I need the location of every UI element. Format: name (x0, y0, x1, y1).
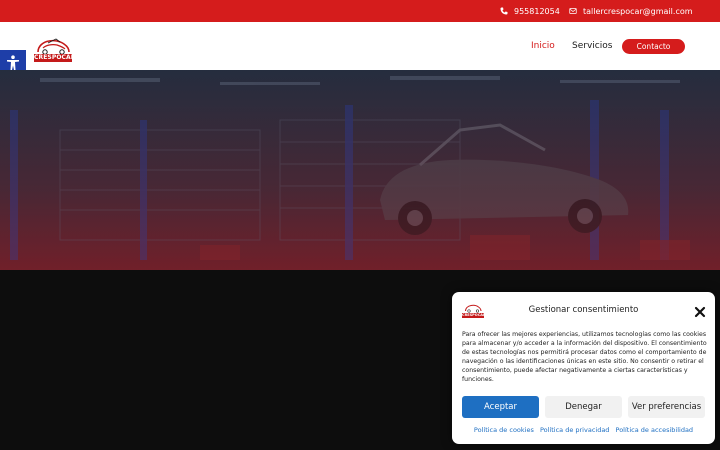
cookie-policy-link[interactable]: Política de cookies (474, 426, 534, 434)
cookie-consent-dialog: CRESPOCAR Gestionar consentimiento Para … (452, 292, 715, 444)
close-button[interactable] (693, 304, 707, 318)
consent-message: Para ofrecer las mejores experiencias, u… (462, 331, 707, 383)
site-logo[interactable]: CRESPOCAR (34, 36, 76, 62)
contact-button[interactable]: Contacto (622, 39, 685, 54)
email-address: tallercrespocar@gmail.com (583, 6, 693, 16)
logo-wordmark: CRESPOCAR (34, 54, 76, 62)
email-contact[interactable]: tallercrespocar@gmail.com (569, 0, 693, 22)
accessibility-icon (7, 55, 19, 70)
consent-title: Gestionar consentimiento (528, 305, 639, 315)
phone-number: 955812054 (514, 6, 560, 16)
privacy-policy-link[interactable]: Política de privacidad (540, 426, 610, 434)
consent-links: Política de cookies Política de privacid… (452, 426, 715, 434)
top-bar: 955812054 tallercrespocar@gmail.com (0, 0, 720, 22)
hero-garage-image (0, 70, 720, 270)
phone-icon (500, 7, 508, 15)
deny-button[interactable]: Denegar (545, 396, 622, 418)
nav-inicio[interactable]: Inicio (531, 40, 555, 52)
view-preferences-button[interactable]: Ver preferencias (628, 396, 705, 418)
accept-button[interactable]: Aceptar (462, 396, 539, 418)
main-header: CRESPOCAR Inicio Servicios Contacto (0, 22, 720, 70)
phone-contact[interactable]: 955812054 (500, 0, 560, 22)
car-logo-icon (37, 38, 70, 55)
envelope-icon (569, 8, 577, 14)
accessibility-policy-link[interactable]: Política de accesibilidad (616, 426, 694, 434)
close-icon (694, 306, 706, 318)
nav-servicios[interactable]: Servicios (572, 40, 612, 52)
